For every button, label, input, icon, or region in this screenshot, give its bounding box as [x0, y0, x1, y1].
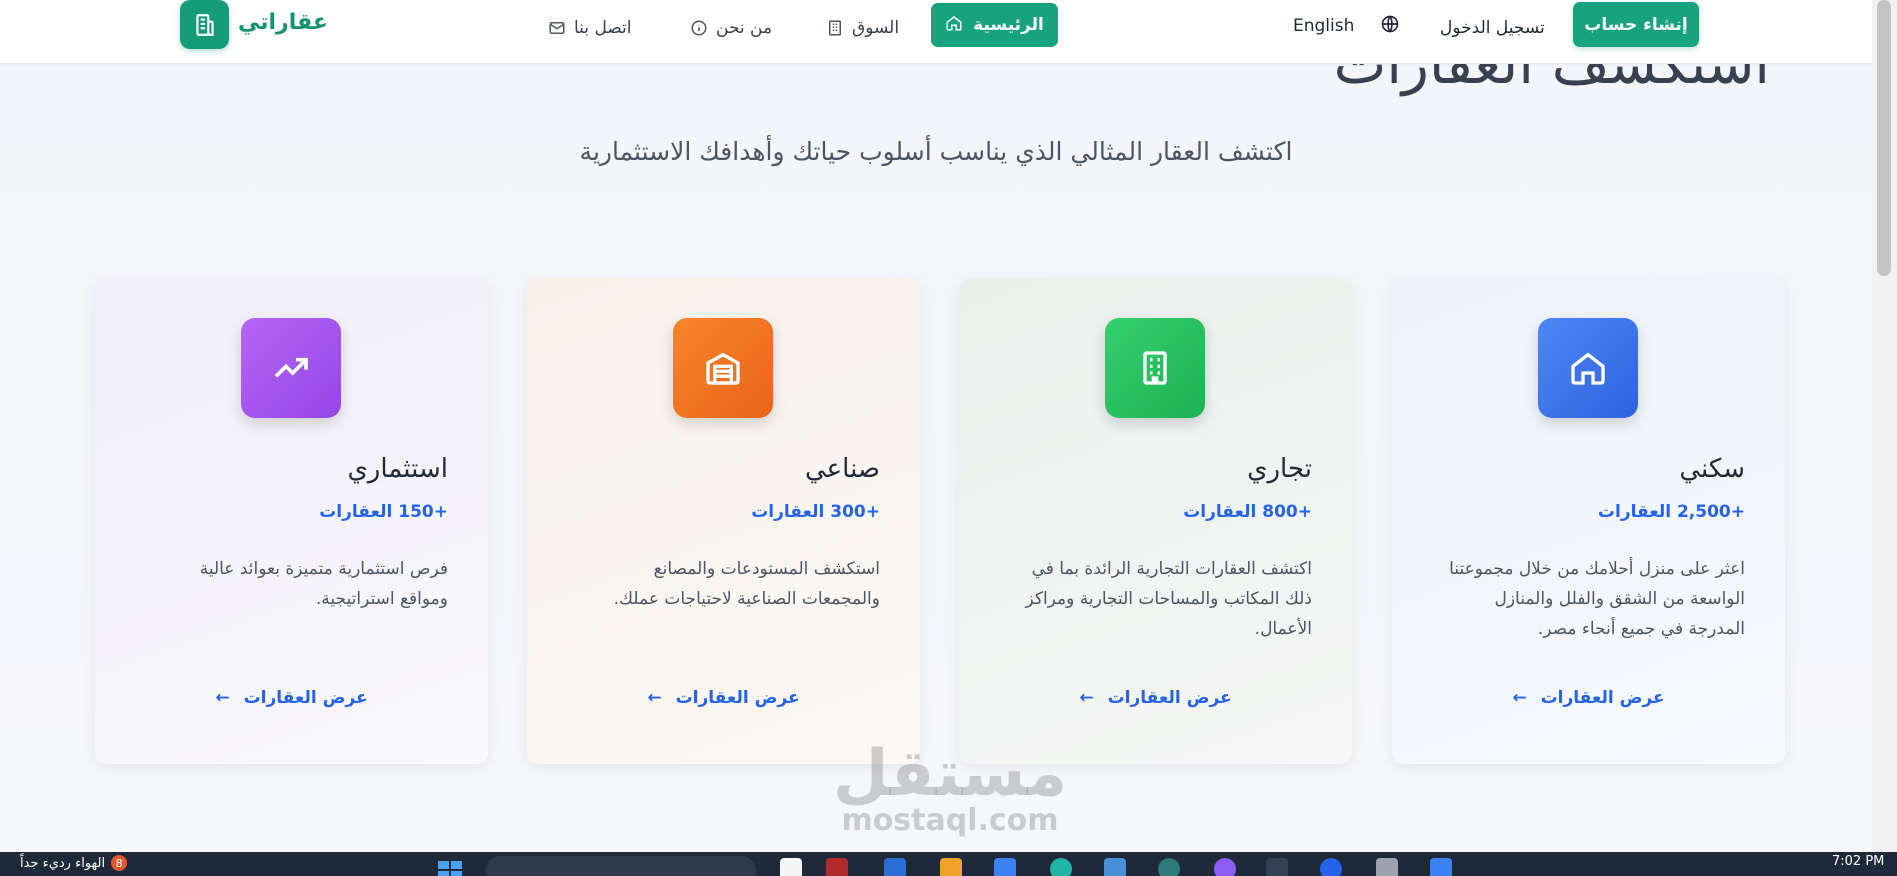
- brand-name[interactable]: عقاراتي: [238, 10, 328, 35]
- app-icon[interactable]: [1104, 858, 1126, 876]
- login-button[interactable]: تسجيل الدخول: [1440, 12, 1545, 44]
- nav-about[interactable]: من نحن: [690, 12, 772, 44]
- language-label: English: [1293, 16, 1355, 36]
- arrow-left-icon: ←: [215, 688, 230, 708]
- app-icon[interactable]: [1320, 858, 1342, 876]
- folder-icon[interactable]: [940, 858, 962, 876]
- card-title: سكني: [1679, 454, 1745, 484]
- card-investment: استثماري +150 العقارات فرص استثمارية متم…: [95, 278, 488, 764]
- view-properties-label: عرض العقارات: [243, 688, 368, 708]
- view-properties-link[interactable]: ← عرض العقارات: [959, 688, 1352, 708]
- app-icon[interactable]: [1214, 858, 1236, 876]
- language-switcher[interactable]: English: [1293, 12, 1400, 40]
- card-industrial: صناعي +300 العقارات استكشف المستودعات وا…: [527, 278, 920, 764]
- view-properties-label: عرض العقارات: [1107, 688, 1232, 708]
- terminal-icon[interactable]: [1266, 858, 1288, 876]
- card-count: +150 العقارات: [319, 502, 448, 522]
- info-icon: [690, 19, 708, 37]
- browser-icon[interactable]: [1050, 858, 1072, 876]
- arrow-left-icon: ←: [1512, 688, 1527, 708]
- view-properties-link[interactable]: ← عرض العقارات: [1392, 688, 1785, 708]
- app-icon[interactable]: [884, 858, 906, 876]
- investment-icon: [241, 318, 341, 418]
- app-icon[interactable]: [994, 858, 1016, 876]
- nav-contact[interactable]: اتصل بنا: [548, 12, 632, 44]
- watermark-latin: mostaql.com: [841, 803, 1059, 838]
- card-title: تجاري: [1247, 454, 1312, 484]
- nav-market[interactable]: السوق: [826, 12, 899, 44]
- scrollbar-thumb[interactable]: [1877, 0, 1891, 276]
- card-description: اكتشف العقارات التجارية الرائدة بما في ذ…: [1025, 559, 1312, 639]
- logo[interactable]: [180, 0, 229, 49]
- watermark: مستقل mostaql.com: [830, 742, 1070, 836]
- building-icon: [195, 13, 214, 36]
- globe-icon: [1380, 14, 1400, 39]
- taskbar: 8 الهواء رديء جداً 7:02 PM: [0, 852, 1897, 876]
- app-icon[interactable]: [1158, 858, 1180, 876]
- commercial-icon: [1105, 318, 1205, 418]
- home-icon: [945, 14, 963, 37]
- card-description: استكشف المستودعات والمصانع والمجمعات الص…: [613, 559, 880, 609]
- clock[interactable]: 7:02 PM: [1832, 854, 1884, 869]
- residential-icon: [1538, 318, 1638, 418]
- arrow-left-icon: ←: [1079, 688, 1094, 708]
- card-description: فرص استثمارية متميزة بعوائد عالية ومواقع…: [199, 559, 448, 609]
- app-icon[interactable]: [780, 858, 802, 876]
- nav-contact-label: اتصل بنا: [574, 18, 632, 38]
- nav-about-label: من نحن: [716, 18, 773, 38]
- mail-icon: [548, 19, 566, 37]
- weather-text: الهواء رديء جداً: [20, 855, 106, 871]
- nav-home[interactable]: الرئيسية: [931, 3, 1058, 47]
- card-title: صناعي: [804, 454, 880, 484]
- view-properties-label: عرض العقارات: [675, 688, 800, 708]
- app-icon[interactable]: [826, 858, 848, 876]
- card-description: اعثر على منزل أحلامك من خلال مجموعتنا ال…: [1449, 559, 1745, 639]
- view-properties-link[interactable]: ← عرض العقارات: [527, 688, 920, 708]
- card-title: استثماري: [347, 454, 448, 484]
- windows-start-icon[interactable]: [436, 859, 464, 876]
- app-icon[interactable]: [1376, 858, 1398, 876]
- navbar: عقاراتي اتصل بنا من نحن السوق الرئيسية E…: [0, 0, 1872, 64]
- app-icon[interactable]: [1430, 858, 1452, 876]
- notification-badge: 8: [111, 855, 128, 871]
- view-properties-link[interactable]: ← عرض العقارات: [95, 688, 488, 708]
- card-count: +800 العقارات: [1183, 502, 1312, 522]
- watermark-arabic: مستقل: [832, 737, 1068, 811]
- industrial-icon: [673, 318, 773, 418]
- building-icon: [826, 19, 844, 37]
- card-commercial: تجاري +800 العقارات اكتشف العقارات التجا…: [959, 278, 1352, 764]
- signup-button[interactable]: إنشاء حساب: [1573, 2, 1699, 47]
- nav-home-label: الرئيسية: [973, 15, 1044, 35]
- card-count: +300 العقارات: [751, 502, 880, 522]
- taskbar-search[interactable]: [486, 856, 756, 876]
- nav-market-label: السوق: [852, 18, 900, 38]
- view-properties-label: عرض العقارات: [1540, 688, 1665, 708]
- page-subtitle: اكتشف العقار المثالي الذي يناسب أسلوب حي…: [579, 137, 1293, 166]
- card-count: +2,500 العقارات: [1597, 502, 1745, 522]
- page: عقاراتي اتصل بنا من نحن السوق الرئيسية E…: [0, 0, 1872, 852]
- arrow-left-icon: ←: [647, 688, 662, 708]
- weather-widget[interactable]: 8 الهواء رديء جداً: [20, 855, 128, 871]
- card-residential: سكني +2,500 العقارات اعثر على منزل أحلام…: [1392, 278, 1785, 764]
